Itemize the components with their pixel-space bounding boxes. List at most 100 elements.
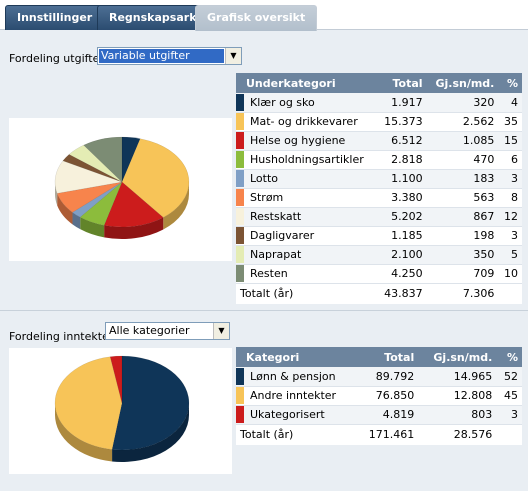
income-label: Fordeling inntekter — [9, 330, 114, 343]
row-avg: 563 — [426, 188, 499, 208]
row-name: Dagligvarer — [246, 226, 377, 246]
row-avg: 198 — [426, 226, 499, 246]
row-avg: 2.562 — [426, 112, 499, 132]
color-swatch — [236, 405, 246, 425]
color-swatch — [236, 207, 246, 227]
table-row: Resten 4.250 709 10 — [236, 264, 522, 284]
row-total: 6.512 — [376, 131, 427, 151]
row-name: Husholdningsartikler — [246, 150, 377, 170]
income-category-select[interactable]: Alle kategorier ▼ — [105, 322, 230, 340]
row-total: 1.917 — [376, 93, 427, 113]
chevron-down-icon[interactable]: ▼ — [225, 48, 241, 64]
income-total-row: Totalt (år) 171.461 28.576 — [236, 423, 522, 445]
expenses-table: Underkategori Total Gj.sn/md. % Klær og … — [236, 73, 522, 304]
expenses-table-header: Underkategori Total Gj.sn/md. % — [236, 73, 522, 93]
row-name: Helse og hygiene — [246, 131, 377, 151]
tab-grafisk-oversikt[interactable]: Grafisk oversikt — [195, 5, 318, 31]
total-label: Totalt (år) — [236, 282, 377, 304]
header-avg: Gj.sn/md. — [426, 73, 499, 93]
total-avg: 7.306 — [426, 282, 499, 304]
tab-innstillinger[interactable]: Innstillinger — [5, 5, 105, 30]
expenses-pie-svg — [54, 136, 190, 239]
total-value: 43.837 — [376, 282, 427, 304]
color-swatch — [236, 188, 246, 208]
row-pct: 4 — [498, 93, 522, 113]
header-total: Total — [376, 73, 427, 93]
row-total: 2.100 — [376, 245, 427, 265]
row-total: 1.185 — [376, 226, 427, 246]
section-divider — [0, 310, 528, 311]
row-pct: 3 — [496, 405, 522, 425]
row-name: Lotto — [246, 169, 377, 189]
row-pct: 45 — [496, 386, 522, 406]
color-swatch — [236, 245, 246, 265]
row-avg: 14.965 — [418, 367, 497, 387]
row-avg: 350 — [426, 245, 499, 265]
color-swatch — [236, 226, 246, 246]
table-row: Restskatt 5.202 867 12 — [236, 207, 522, 227]
table-row: Dagligvarer 1.185 198 3 — [236, 226, 522, 246]
header-pct: % — [496, 347, 522, 367]
color-swatch — [236, 367, 246, 387]
row-avg: 183 — [426, 169, 499, 189]
row-name: Lønn & pensjon — [246, 367, 356, 387]
row-name: Restskatt — [246, 207, 377, 227]
row-total: 3.380 — [376, 188, 427, 208]
row-pct: 6 — [498, 150, 522, 170]
row-pct: 8 — [498, 188, 522, 208]
row-name: Strøm — [246, 188, 377, 208]
color-swatch — [236, 150, 246, 170]
income-pie-svg — [54, 355, 190, 462]
row-pct: 12 — [498, 207, 522, 227]
row-total: 15.373 — [376, 112, 427, 132]
row-pct: 52 — [496, 367, 522, 387]
color-swatch — [236, 131, 246, 151]
table-row: Naprapat 2.100 350 5 — [236, 245, 522, 265]
income-pie-chart — [9, 348, 232, 474]
table-row: Lønn & pensjon 89.792 14.965 52 — [236, 367, 522, 387]
row-name: Mat- og drikkevarer — [246, 112, 377, 132]
row-total: 1.100 — [376, 169, 427, 189]
row-name: Ukategorisert — [246, 405, 356, 425]
row-pct: 10 — [498, 264, 522, 284]
row-pct: 35 — [498, 112, 522, 132]
color-swatch — [236, 169, 246, 189]
row-total: 5.202 — [376, 207, 427, 227]
row-avg: 470 — [426, 150, 499, 170]
row-avg: 12.808 — [418, 386, 497, 406]
header-underkategori: Underkategori — [236, 73, 377, 93]
tab-bar: Innstillinger Regnskapsark Grafisk overs… — [0, 0, 528, 31]
row-total: 89.792 — [355, 367, 419, 387]
chevron-down-icon[interactable]: ▼ — [213, 323, 229, 339]
row-name: Naprapat — [246, 245, 377, 265]
row-avg: 709 — [426, 264, 499, 284]
row-pct: 5 — [498, 245, 522, 265]
row-total: 4.250 — [376, 264, 427, 284]
row-name: Resten — [246, 264, 377, 284]
tab-regnskapsark[interactable]: Regnskapsark — [97, 5, 209, 30]
table-row: Klær og sko 1.917 320 4 — [236, 93, 522, 113]
color-swatch — [236, 112, 246, 132]
row-avg: 867 — [426, 207, 499, 227]
table-row: Andre inntekter 76.850 12.808 45 — [236, 386, 522, 406]
row-avg: 320 — [426, 93, 499, 113]
row-avg: 1.085 — [426, 131, 499, 151]
table-row: Lotto 1.100 183 3 — [236, 169, 522, 189]
row-total: 76.850 — [355, 386, 419, 406]
total-value: 171.461 — [355, 423, 419, 445]
expenses-pie-chart — [9, 118, 232, 261]
color-swatch — [236, 386, 246, 406]
expenses-total-row: Totalt (år) 43.837 7.306 — [236, 282, 522, 304]
expenses-select-value: Variable utgifter — [99, 49, 224, 63]
income-table: Kategori Total Gj.sn/md. % Lønn & pensjo… — [236, 347, 522, 445]
header-avg: Gj.sn/md. — [418, 347, 497, 367]
color-swatch — [236, 93, 246, 113]
total-pct — [496, 423, 522, 445]
income-table-header: Kategori Total Gj.sn/md. % — [236, 347, 522, 367]
total-pct — [498, 282, 522, 304]
expenses-category-select[interactable]: Variable utgifter ▼ — [97, 47, 242, 65]
table-row: Ukategorisert 4.819 803 3 — [236, 405, 522, 425]
table-row: Helse og hygiene 6.512 1.085 15 — [236, 131, 522, 151]
table-row: Mat- og drikkevarer 15.373 2.562 35 — [236, 112, 522, 132]
row-pct: 3 — [498, 226, 522, 246]
